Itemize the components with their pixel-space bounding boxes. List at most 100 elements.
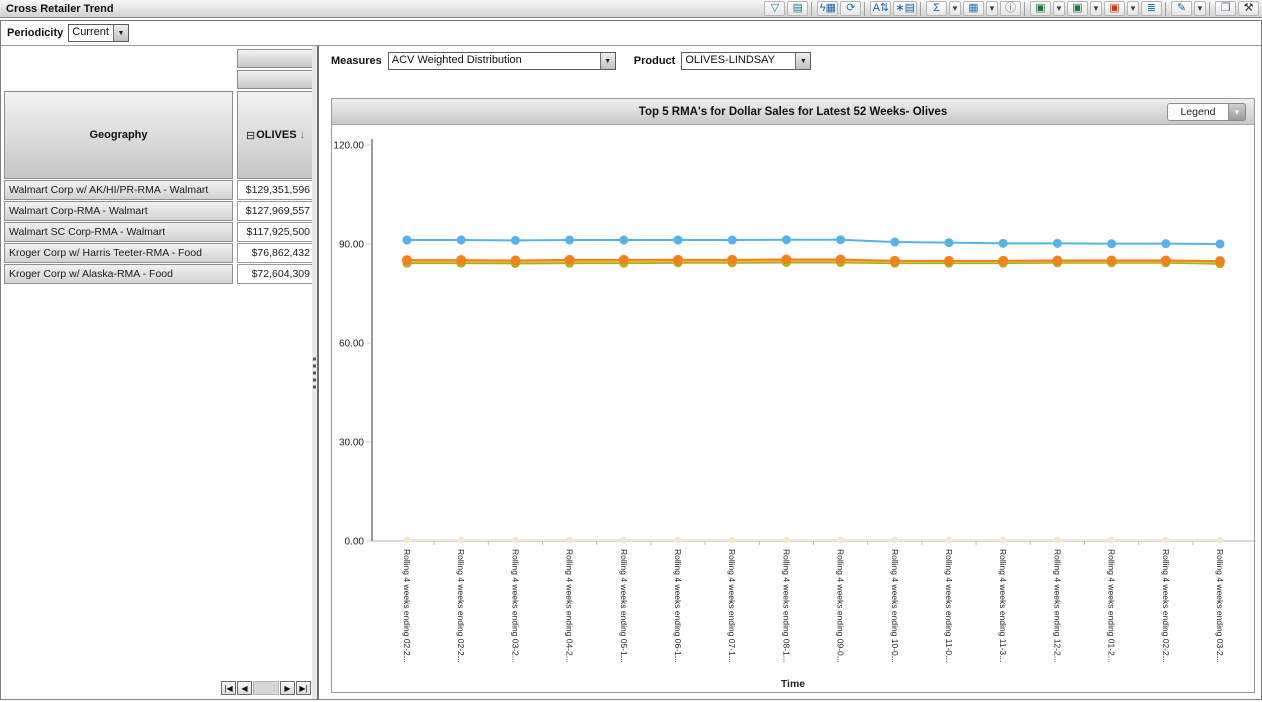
data-point[interactable] — [836, 235, 845, 244]
data-point[interactable] — [512, 537, 519, 544]
data-point[interactable] — [728, 236, 737, 245]
data-point[interactable] — [1216, 240, 1225, 249]
data-point[interactable] — [729, 537, 736, 544]
chevron-down-icon[interactable]: ▼ — [600, 53, 615, 69]
geography-cell[interactable]: Walmart Corp-RMA - Walmart — [4, 201, 233, 221]
measures-select[interactable]: ACV Weighted Distribution ▼ — [388, 52, 616, 70]
pager-next-button[interactable]: ▶ — [280, 681, 295, 695]
data-point[interactable] — [456, 255, 466, 265]
filter-icon[interactable]: ▽ — [764, 1, 785, 16]
data-point[interactable] — [1107, 256, 1117, 266]
value-cell[interactable]: $127,969,557 — [237, 201, 314, 221]
data-point[interactable] — [1108, 537, 1115, 544]
sort-desc-icon[interactable]: ↓ — [300, 129, 306, 141]
data-point[interactable] — [891, 537, 898, 544]
data-point[interactable] — [404, 537, 411, 544]
edit-caret-icon[interactable]: ▼ — [1194, 1, 1206, 16]
data-point[interactable] — [1052, 256, 1062, 266]
legend-dropdown[interactable]: Legend ▼ — [1167, 103, 1246, 121]
chevron-down-icon[interactable]: ▼ — [795, 53, 810, 69]
export-powerpoint-caret-icon[interactable]: ▼ — [1127, 1, 1139, 16]
geography-cell[interactable]: Walmart SC Corp-RMA - Walmart — [4, 222, 233, 242]
data-point[interactable] — [458, 537, 465, 544]
data-point[interactable] — [457, 236, 466, 245]
periodicity-select[interactable]: Current ▼ — [68, 24, 129, 42]
data-point[interactable] — [946, 537, 953, 544]
data-point[interactable] — [675, 537, 682, 544]
data-point[interactable] — [673, 255, 683, 265]
data-point[interactable] — [511, 236, 520, 245]
data-point[interactable] — [890, 238, 899, 247]
export-excel-icon[interactable]: ▣ — [1030, 1, 1051, 16]
export-excel-report-icon[interactable]: ▣ — [1067, 1, 1088, 16]
data-point[interactable] — [565, 255, 575, 265]
freeze-panes-icon[interactable]: ▤ — [787, 1, 808, 16]
data-point[interactable] — [565, 236, 574, 245]
export-powerpoint-icon[interactable]: ▣ — [1104, 1, 1125, 16]
view-layout-icon[interactable]: ▦ — [963, 1, 984, 16]
aggregate-sigma-icon[interactable]: Σ — [926, 1, 947, 16]
chart-panel: Measures ACV Weighted Distribution ▼ Pro… — [321, 46, 1261, 699]
data-point[interactable] — [1162, 537, 1169, 544]
data-point[interactable] — [999, 239, 1008, 248]
data-point[interactable] — [674, 236, 683, 245]
data-point[interactable] — [1215, 256, 1225, 266]
data-point[interactable] — [566, 537, 573, 544]
chevron-down-icon[interactable]: ▼ — [1229, 103, 1246, 121]
chevron-down-icon[interactable]: ▼ — [113, 25, 128, 41]
value-cell[interactable]: $72,604,309 — [237, 264, 314, 284]
data-point[interactable] — [945, 238, 954, 247]
pager-prev-button[interactable]: ◀ — [237, 681, 252, 695]
data-point[interactable] — [619, 236, 628, 245]
geography-cell[interactable]: Walmart Corp w/ AK/HI/PR-RMA - Walmart — [4, 180, 233, 200]
data-point[interactable] — [1161, 239, 1170, 248]
export-excel-report-caret-icon[interactable]: ▼ — [1090, 1, 1102, 16]
design-tools-icon[interactable]: ⚒ — [1238, 1, 1259, 16]
data-point[interactable] — [1107, 239, 1116, 248]
data-point[interactable] — [890, 256, 900, 266]
quick-calc-icon[interactable]: ϟ▦ — [817, 1, 838, 16]
data-point[interactable] — [944, 256, 954, 266]
data-point[interactable] — [620, 537, 627, 544]
data-point[interactable] — [998, 256, 1008, 266]
pager-first-button[interactable]: |◀ — [221, 681, 236, 695]
sort-az-icon[interactable]: A⇅ — [870, 1, 891, 16]
geography-cell[interactable]: Kroger Corp w/ Harris Teeter-RMA - Food — [4, 243, 233, 263]
view-layout-caret-icon[interactable]: ▼ — [986, 1, 998, 16]
data-point[interactable] — [510, 256, 520, 266]
data-point[interactable] — [1000, 537, 1007, 544]
olives-column-header[interactable]: ⊟ OLIVES ↓ — [237, 91, 314, 179]
data-point[interactable] — [402, 255, 412, 265]
pager-last-button[interactable]: ▶| — [296, 681, 311, 695]
report-list-icon[interactable]: ≣ — [1141, 1, 1162, 16]
geography-cell[interactable]: Kroger Corp w/ Alaska-RMA - Food — [4, 264, 233, 284]
aggregate-sigma-caret-icon[interactable]: ▼ — [949, 1, 961, 16]
legend-button-label[interactable]: Legend — [1167, 103, 1229, 121]
data-point[interactable] — [1161, 256, 1171, 266]
data-point[interactable] — [836, 255, 846, 265]
edit-icon[interactable]: ✎ — [1171, 1, 1192, 16]
data-point[interactable] — [619, 255, 629, 265]
export-excel-caret-icon[interactable]: ▼ — [1053, 1, 1065, 16]
data-point[interactable] — [1054, 537, 1061, 544]
data-point[interactable] — [1053, 239, 1062, 248]
data-point[interactable] — [782, 235, 791, 244]
data-point[interactable] — [837, 537, 844, 544]
data-point[interactable] — [1217, 537, 1224, 544]
data-point[interactable] — [781, 255, 791, 265]
copy-icon[interactable]: ❐ — [1215, 1, 1236, 16]
data-point[interactable] — [403, 236, 412, 245]
pager-scroll-track[interactable] — [253, 681, 279, 695]
value-cell[interactable]: $129,351,596 — [237, 180, 314, 200]
value-cell[interactable]: $76,862,432 — [237, 243, 314, 263]
refresh-icon[interactable]: ⟳ — [840, 1, 861, 16]
info-icon[interactable]: ⓘ — [1000, 1, 1021, 16]
panel-splitter[interactable] — [312, 46, 317, 699]
value-cell[interactable]: $117,925,500 — [237, 222, 314, 242]
product-select[interactable]: OLIVES-LINDSAY ▼ — [681, 52, 811, 70]
data-point[interactable] — [783, 537, 790, 544]
geography-column-header[interactable]: Geography — [4, 91, 233, 179]
collapse-icon[interactable]: ⊟ — [246, 129, 255, 142]
conditional-format-icon[interactable]: ∗▤ — [893, 1, 917, 16]
data-point[interactable] — [727, 255, 737, 265]
